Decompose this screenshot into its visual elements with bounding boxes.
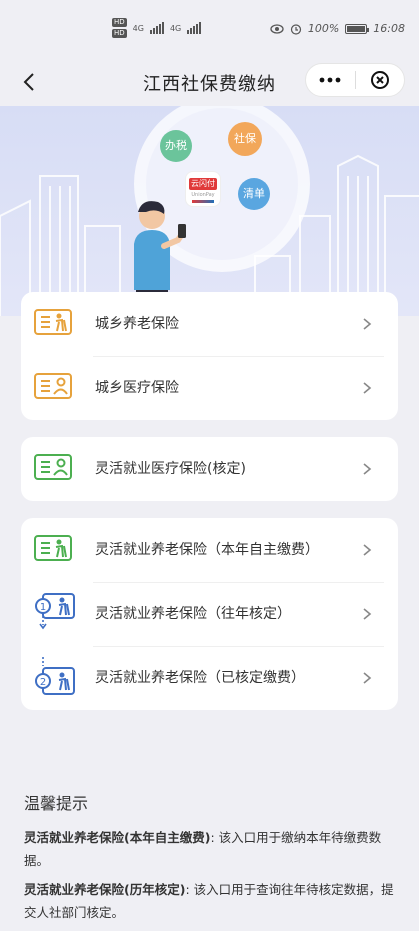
chevron-right-icon — [363, 608, 372, 620]
list-item[interactable]: 2 灵活就业养老保险（已核定缴费） — [21, 646, 398, 710]
list-item[interactable]: 1 灵活就业养老保险（往年核定） — [21, 582, 398, 646]
hd-badge: HD — [112, 18, 127, 27]
elderly-doc-icon — [34, 533, 74, 567]
clock: 16:08 — [373, 22, 405, 35]
row-label: 灵活就业养老保险（本年自主缴费） — [95, 542, 319, 558]
tips-title: 温馨提示 — [24, 794, 89, 813]
network-indicators: HD HD 4G 4G — [112, 18, 202, 38]
city-illustration — [0, 106, 419, 316]
list-item[interactable]: 城乡医疗保险 — [21, 356, 398, 420]
unionpay-logo-text: 云闪付 — [189, 178, 217, 190]
step2-elderly-icon: 2 — [34, 656, 76, 700]
person-doc-icon — [34, 452, 74, 486]
list-item[interactable]: 灵活就业医疗保险(核定) — [21, 437, 398, 501]
more-button[interactable] — [306, 64, 355, 96]
battery-percent: 100% — [307, 22, 340, 35]
list-item[interactable]: 城乡养老保险 — [21, 292, 398, 356]
insurance-card-flexible-medical: 灵活就业医疗保险(核定) — [21, 437, 398, 501]
nav-bar: 江西社保费缴纳 — [0, 60, 419, 106]
tip-heading: 灵活就业养老保险(历年核定) — [24, 882, 186, 897]
row-label: 城乡养老保险 — [95, 316, 179, 332]
insurance-card-flexible-pension: 灵活就业养老保险（本年自主缴费） 1 灵活就业养老保险（往年核定） 2 灵活就业… — [21, 518, 398, 710]
alarm-icon — [290, 23, 301, 35]
svg-text:1: 1 — [40, 602, 46, 613]
person-doc-icon — [34, 371, 74, 405]
row-label: 灵活就业养老保险（往年核定） — [95, 606, 291, 622]
status-bar: HD HD 4G 4G 100% 16:08 — [0, 0, 419, 60]
chevron-right-icon — [363, 318, 372, 330]
elderly-doc-icon — [34, 307, 74, 341]
list-item[interactable]: 灵活就业养老保险（本年自主缴费） — [21, 518, 398, 582]
network-type: 4G — [132, 23, 144, 33]
network-type: 4G — [169, 23, 182, 33]
step1-elderly-icon: 1 — [34, 592, 76, 636]
chevron-right-icon — [363, 382, 372, 394]
signal-icon — [187, 22, 202, 34]
chevron-right-icon — [363, 672, 372, 684]
tips-section: 温馨提示 灵活就业养老保险(本年自主缴费): 该入口用于缴纳本年待缴费数据。 灵… — [24, 790, 399, 930]
bubble-list: 清单 — [238, 178, 270, 210]
bubble-social-security: 社保 — [228, 122, 262, 156]
tip-heading: 灵活就业养老保险(本年自主缴费) — [24, 830, 211, 845]
svg-text:2: 2 — [40, 677, 46, 688]
row-label: 灵活就业医疗保险(核定) — [95, 461, 246, 477]
close-circle-icon — [370, 71, 389, 89]
signal-icon — [149, 22, 164, 34]
row-label: 城乡医疗保险 — [95, 380, 179, 396]
tip-item: 灵活就业养老保险(本年自主缴费): 该入口用于缴纳本年待缴费数据。 — [24, 826, 399, 872]
eye-icon — [270, 23, 284, 34]
banner-illustration: 办税 社保 云闪付 UnionPay 清单 — [0, 106, 419, 316]
tip-item: 灵活就业养老保险(历年核定): 该入口用于查询往年待核定数据，提交人社部门核定。 — [24, 878, 399, 924]
bubble-tax: 办税 — [160, 130, 192, 162]
battery-icon — [345, 23, 370, 34]
more-dots-icon — [319, 77, 341, 83]
hd-badge: HD — [112, 29, 127, 38]
chevron-right-icon — [363, 463, 372, 475]
mini-program-capsule — [305, 63, 405, 97]
chevron-right-icon — [363, 544, 372, 556]
insurance-card-urban-rural: 城乡养老保险 城乡医疗保险 — [21, 292, 398, 420]
row-label: 灵活就业养老保险（已核定缴费） — [95, 670, 305, 686]
close-button[interactable] — [356, 64, 405, 96]
